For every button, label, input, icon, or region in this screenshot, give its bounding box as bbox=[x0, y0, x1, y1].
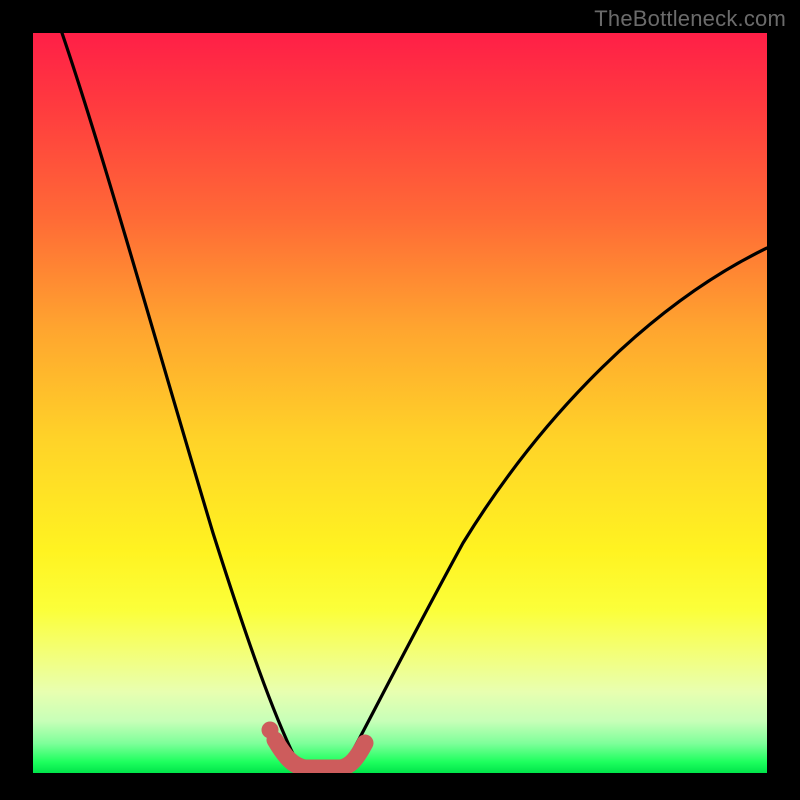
left-curve bbox=[62, 33, 305, 773]
plot-area bbox=[33, 33, 767, 773]
right-curve bbox=[341, 248, 767, 773]
chart-frame: TheBottleneck.com bbox=[0, 0, 800, 800]
curve-layer bbox=[33, 33, 767, 773]
marker-dot bbox=[262, 722, 279, 739]
watermark-text: TheBottleneck.com bbox=[594, 6, 786, 32]
